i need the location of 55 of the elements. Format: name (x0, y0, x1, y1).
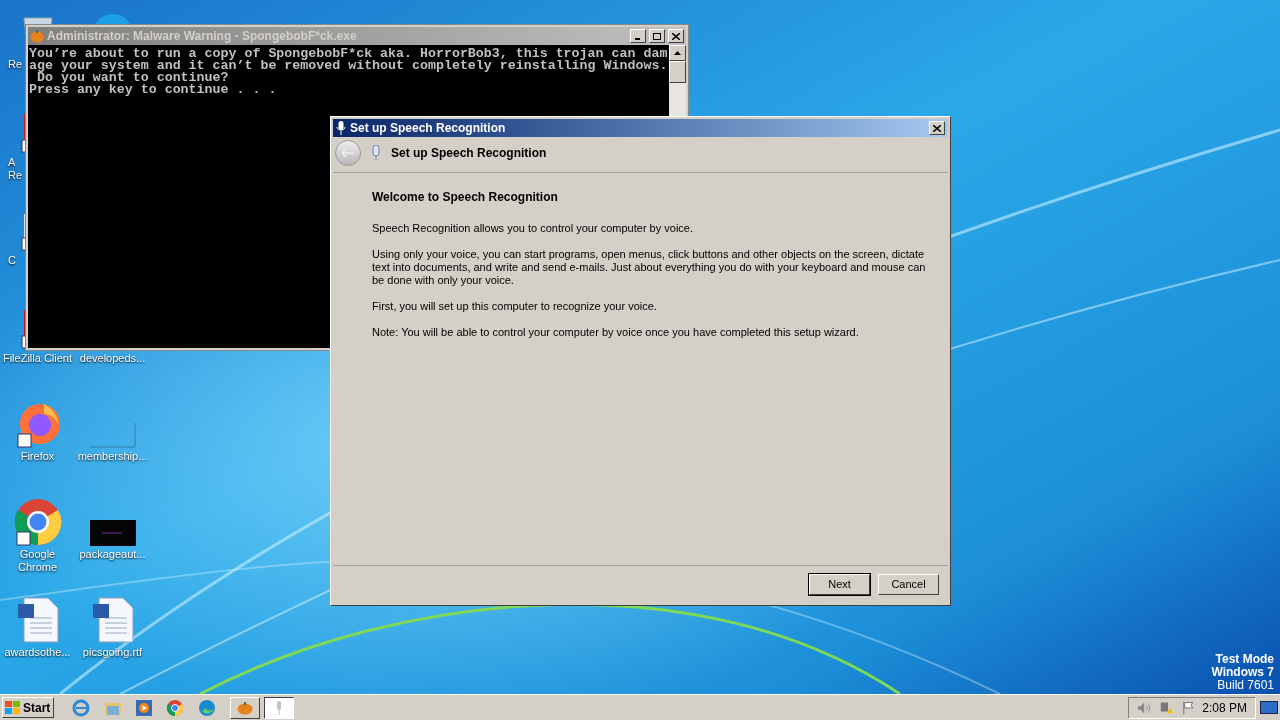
console-line: You’re about to run a copy of SpongebobF*ck aka. HorrorBob3, this trojan can dam (29, 48, 668, 60)
window-title: Administrator: Malware Warning - SpongebobF*ck.exe (47, 28, 358, 45)
close-button[interactable] (929, 121, 945, 135)
paragraph: Using only your voice, you can start programs, open menus, click buttons and other objects on the screen, dictate text into documents, and write and send e-mails. Just about everything you do with your keyboard and mouse can be done with only your voice. (372, 248, 927, 287)
icon-label[interactable]: packageaut... (79, 548, 146, 561)
start-button[interactable]: Start (2, 697, 54, 718)
icon-label[interactable]: A Re (0, 156, 23, 182)
close-button[interactable] (668, 29, 684, 43)
icon-label[interactable]: Firefox (20, 450, 55, 463)
dialog-button[interactable]: Cancel (878, 574, 939, 595)
heading: Welcome to Speech Recognition (372, 191, 559, 204)
system-notice: Build 7601 (1217, 679, 1274, 692)
paragraph: Note: You will be able to control your computer by voice once you have completed this setup wizard. (372, 326, 860, 339)
icon-label[interactable]: awardsothe... (4, 646, 71, 659)
wizard-header: Set up Speech Recognition (391, 145, 547, 162)
icon-label[interactable]: membership... (77, 450, 148, 463)
paragraph: First, you will set up this computer to recognize your voice. (372, 300, 658, 313)
taskbar-button[interactable] (264, 696, 294, 719)
system-notice: Test Mode (1215, 653, 1274, 666)
icon-label[interactable]: FileZilla Client (2, 352, 73, 365)
back-arrow-icon (342, 149, 354, 157)
dialog-button[interactable]: Next (809, 574, 870, 595)
maximize-button[interactable] (649, 29, 665, 43)
close-icon (672, 32, 680, 40)
icon-label[interactable]: Re (0, 58, 23, 71)
edge-icon[interactable] (198, 698, 216, 717)
flag-icon[interactable] (1181, 700, 1195, 715)
chrome-icon (13, 498, 62, 546)
minimize-button[interactable] (630, 29, 646, 43)
paragraph: Speech Recognition allows you to control your computer by voice. (372, 222, 694, 235)
icon-label[interactable]: Google Chrome (17, 548, 58, 574)
window-title: Set up Speech Recognition (350, 120, 507, 137)
icon-label[interactable]: picsgoing.rtf (82, 646, 143, 659)
windows-logo-icon (5, 700, 21, 715)
microphone-icon (275, 700, 283, 715)
scroll-up-icon (674, 51, 681, 55)
show-desktop-icon[interactable] (1260, 700, 1278, 715)
icon-label[interactable]: C (0, 254, 16, 267)
maximize-icon (653, 32, 661, 40)
media-player-icon[interactable] (136, 699, 152, 716)
system-notice: Windows 7 (1211, 666, 1274, 679)
thumbnail-icon (89, 520, 136, 546)
pumpkin-icon (30, 29, 44, 43)
console-line: Do you want to continue? (36, 72, 229, 84)
network-icon[interactable] (1159, 700, 1174, 715)
clock[interactable]: 2:08 PM (1202, 698, 1247, 717)
console-line: Press any key to continue . . . (29, 84, 277, 96)
microphone-icon (371, 145, 381, 161)
close-icon (933, 124, 941, 132)
icon-label[interactable]: developeds... (79, 352, 146, 365)
console-line: age your system and it can’t be removed without completely reinstalling Windows. (29, 60, 668, 72)
blank-file-icon (89, 422, 136, 448)
pumpkin-icon (237, 700, 253, 715)
microphone-icon (336, 121, 346, 135)
chrome-icon[interactable] (166, 698, 184, 717)
